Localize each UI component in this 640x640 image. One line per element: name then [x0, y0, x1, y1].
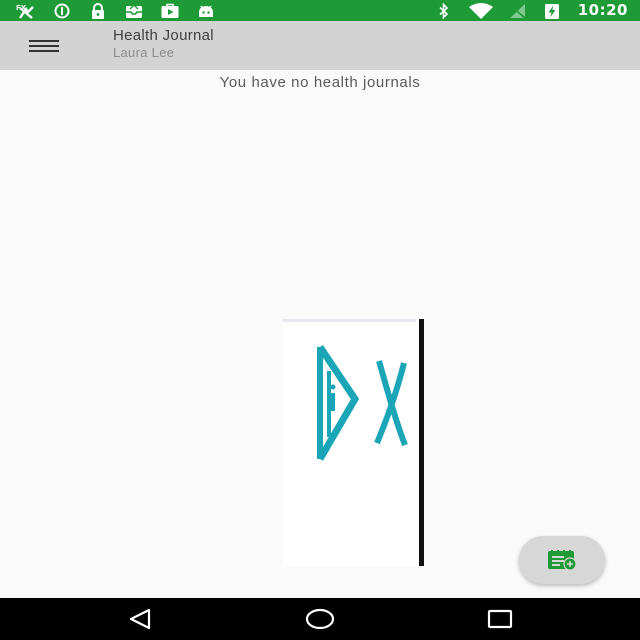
user-name-subtitle: Laura Lee: [113, 45, 175, 60]
data-saver-icon: [54, 3, 70, 18]
bluetooth-icon: [439, 2, 448, 19]
back-icon: [129, 608, 151, 630]
no-fire-icon: FX: [16, 4, 34, 19]
hamburger-menu-icon: [29, 40, 59, 52]
inbox-icon: [126, 3, 142, 18]
status-bar-right-icons: 10:20: [434, 0, 628, 21]
main-content: You have no health journals: [0, 70, 640, 598]
status-time: 10:20: [577, 1, 628, 19]
navigation-bar: [0, 598, 640, 640]
status-bar: FX: [0, 0, 640, 21]
title-block: Health Journal Laura Lee: [113, 27, 214, 60]
home-button[interactable]: [300, 606, 340, 632]
add-journal-button[interactable]: [519, 536, 605, 584]
dx-logo-image: [283, 319, 424, 566]
app-bar: Health Journal Laura Lee: [0, 21, 640, 70]
lock-icon: [92, 2, 104, 19]
screen: FX: [0, 0, 640, 640]
play-store-icon: [161, 3, 179, 18]
back-button[interactable]: [120, 606, 160, 632]
menu-button[interactable]: [20, 30, 68, 62]
recents-icon: [487, 609, 513, 629]
home-icon: [305, 608, 335, 630]
empty-state-message: You have no health journals: [219, 74, 421, 91]
recents-button[interactable]: [480, 606, 520, 632]
add-journal-icon: [548, 550, 577, 571]
status-bar-left-icons: FX: [16, 0, 216, 21]
image-right-border: [419, 319, 424, 566]
signal-off-icon: [509, 3, 526, 19]
wifi-icon: [468, 2, 493, 19]
dx-logo-glyphs: [316, 345, 408, 461]
battery-charging-icon: [544, 3, 559, 19]
android-icon: [199, 5, 213, 17]
page-title: Health Journal: [113, 27, 214, 44]
